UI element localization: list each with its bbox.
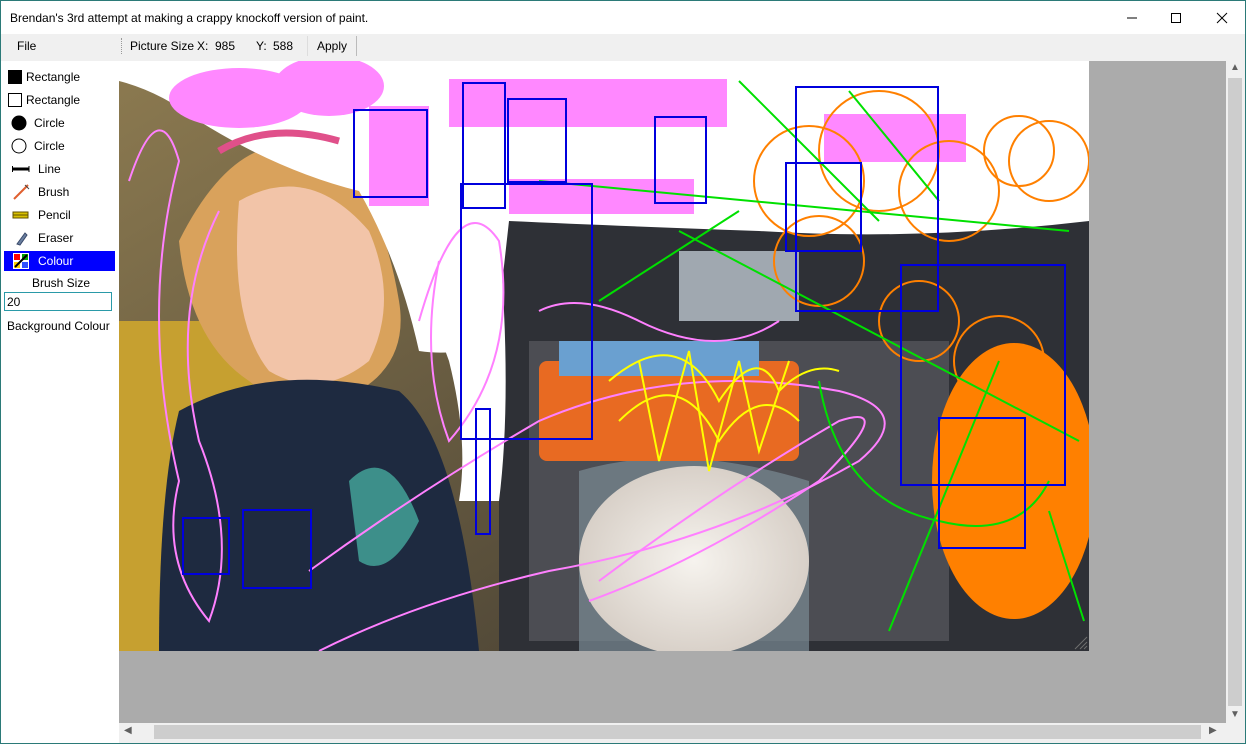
canvas-area [119,61,1226,723]
tool-filled-circle[interactable]: Circle [4,113,115,133]
scroll-up-icon[interactable]: ▲ [1230,62,1240,73]
horizontal-scrollbar[interactable]: ◀ ▶ [119,723,1226,741]
apply-label: Apply [316,39,348,53]
tool-pencil[interactable]: Pencil [4,205,115,225]
y-label: Y: [256,39,267,53]
painted-photo [119,61,1089,651]
tool-filled-rectangle[interactable]: Rectangle [4,67,115,87]
tool-label: Eraser [38,231,74,245]
line-icon [4,160,38,178]
brush-size-input[interactable] [4,292,112,311]
brush-size-label: Brush Size [32,276,91,290]
maximize-icon [1171,12,1181,23]
scroll-down-icon[interactable]: ▼ [1230,709,1240,720]
minimize-button[interactable] [1109,1,1155,34]
app-window: Brendan's 3rd attempt at making a crappy… [0,0,1246,744]
tool-label: Rectangle [26,93,81,107]
filled-circle-icon [4,114,34,132]
eraser-icon [4,229,38,247]
tool-label: Rectangle [26,70,81,84]
toolstrip-grip[interactable] [121,38,124,54]
file-menu[interactable]: File [17,39,36,53]
menu-bar: File [1,34,119,62]
tool-label: Colour [38,254,74,268]
horizontal-scroll-thumb[interactable] [154,725,1201,739]
tool-label: Circle [34,139,65,153]
tool-line[interactable]: Line [4,159,115,179]
minimize-icon [1127,17,1137,18]
colour-palette-icon [4,252,38,270]
title-bar[interactable]: Brendan's 3rd attempt at making a crappy… [1,1,1245,34]
scroll-left-icon[interactable]: ◀ [124,725,132,736]
tool-brush[interactable]: Brush [4,182,115,202]
toolstrip: Picture Size X: 985 Y: 588 Apply [119,34,1245,58]
vertical-scrollbar[interactable]: ▲ ▼ [1226,61,1245,723]
tool-sidebar: Rectangle Rectangle Circle Circle Line B… [1,61,119,743]
apply-button[interactable]: Apply [307,36,357,56]
tool-outline-circle[interactable]: Circle [4,136,115,156]
picture-size-label: Picture Size [130,39,195,53]
outline-rectangle-icon [4,91,26,109]
tool-label: Pencil [38,208,71,222]
tool-label: Brush [38,185,70,199]
tool-colour[interactable]: Colour [4,251,115,271]
pencil-icon [4,206,38,224]
tool-eraser[interactable]: Eraser [4,228,115,248]
tool-label: Circle [34,116,65,130]
outline-circle-icon [4,137,34,155]
drawing-canvas[interactable] [119,61,1089,651]
scroll-right-icon[interactable]: ▶ [1209,725,1217,736]
x-label: X: [197,39,209,53]
window-title: Brendan's 3rd attempt at making a crappy… [10,11,369,25]
tool-outline-rectangle[interactable]: Rectangle [4,90,115,110]
background-colour-button[interactable]: Background Colour [7,319,110,333]
x-value[interactable]: 985 [215,39,235,53]
tool-label: Line [38,162,61,176]
y-value[interactable]: 588 [273,39,293,53]
vertical-scroll-thumb[interactable] [1228,78,1242,706]
filled-rectangle-icon [4,68,26,86]
brush-icon [4,183,38,201]
maximize-button[interactable] [1153,1,1199,34]
close-icon [1216,12,1228,23]
close-button[interactable] [1199,1,1245,34]
